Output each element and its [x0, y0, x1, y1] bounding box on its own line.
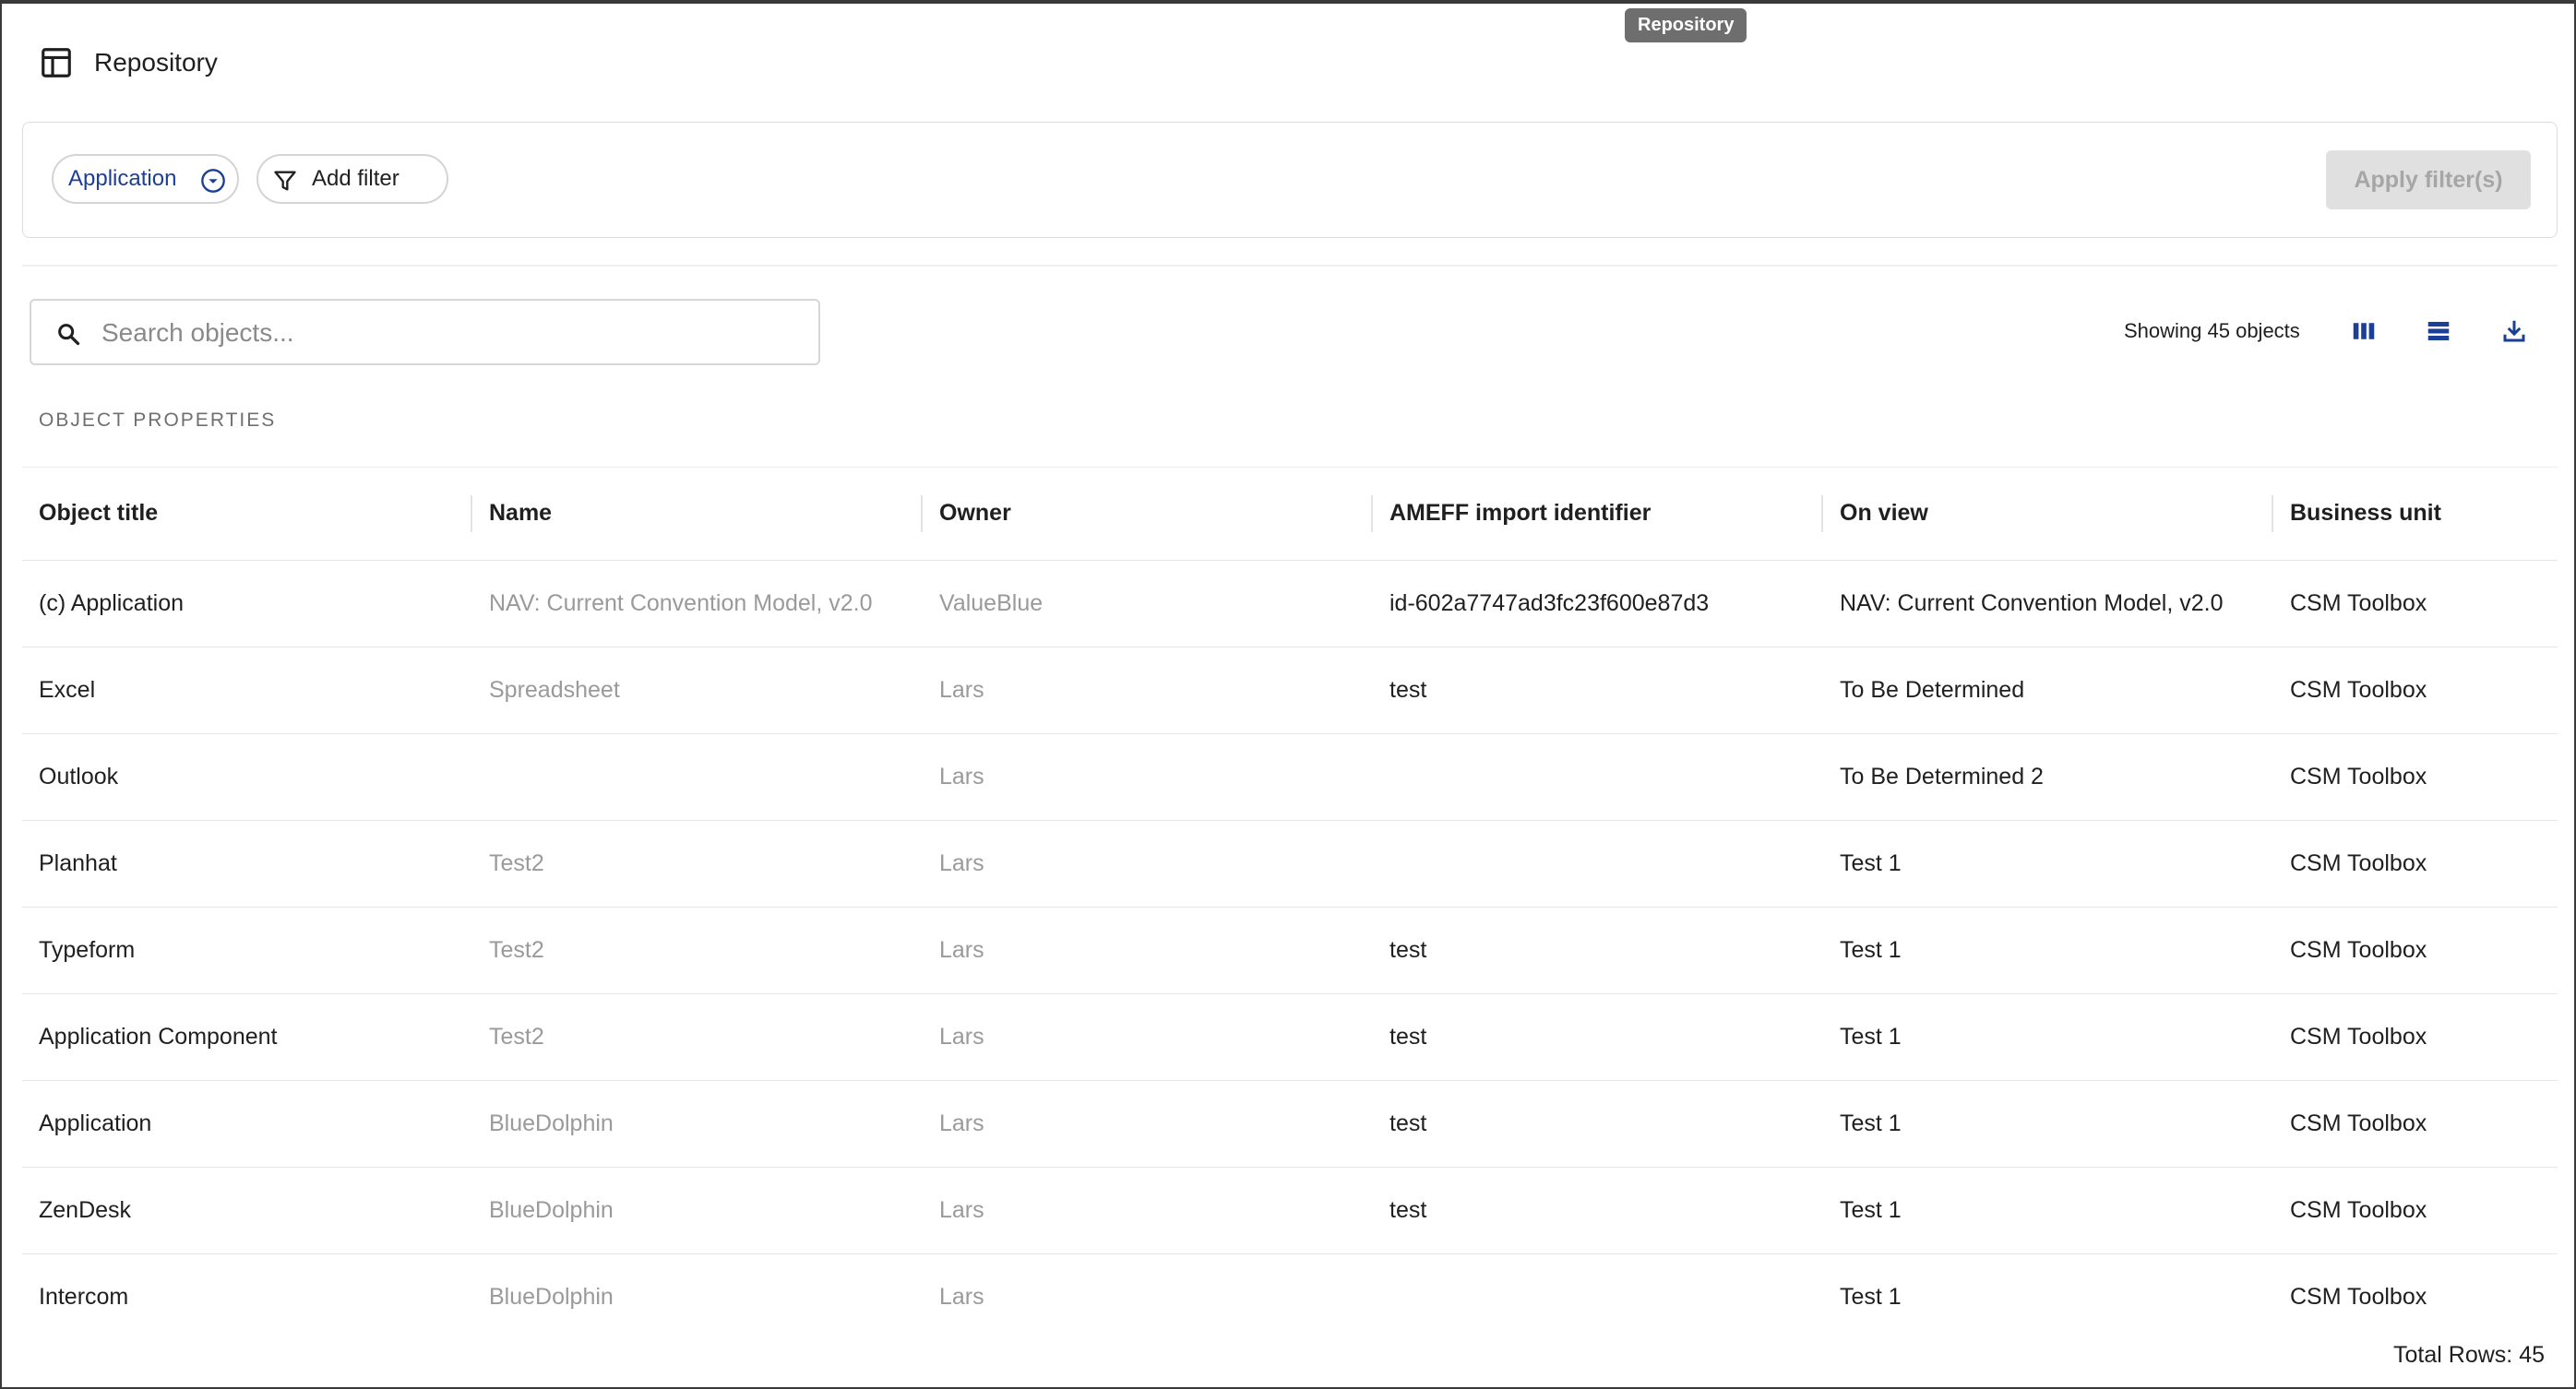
table-row[interactable]: ZenDesk BlueDolphin Lars test Test 1 CSM Tool… [22, 1167, 2558, 1254]
cell-on-view: To Be Determined [1823, 647, 2273, 734]
page-header: Repository [39, 42, 218, 83]
cell-owner: Lars [923, 993, 1373, 1081]
cell-ameff-id: test [1373, 1167, 1823, 1254]
cell-business-unit: CSM Toolbox [2273, 1167, 2558, 1254]
cell-owner: Lars [923, 733, 1373, 821]
table-header-row: Object title Name Owner AMEFF import ide… [22, 468, 2558, 561]
column-header[interactable]: AMEFF import identifier [1373, 468, 1823, 561]
filter-icon [274, 171, 296, 191]
columns-view-icon[interactable] [2350, 317, 2378, 345]
column-header-label: Owner [939, 500, 1011, 527]
cell-name: BlueDolphin [472, 1253, 923, 1312]
application-filter-chip[interactable]: Application [52, 154, 239, 204]
table-row[interactable]: Outlook Lars To Be Determined 2 CSM Toolbox [22, 733, 2558, 821]
table-row[interactable]: Intercom BlueDolphin Lars Test 1 CSM Toolbox [22, 1253, 2558, 1312]
table-row[interactable]: Application Component Test2 Lars test Test 1… [22, 993, 2558, 1081]
filter-panel: Application Add filter Apply filter(s) [22, 122, 2558, 238]
cell-on-view: Test 1 [1823, 820, 2273, 908]
column-header[interactable]: Object title [22, 468, 472, 561]
table-row[interactable]: Application BlueDolphin Lars test Test 1 CSM … [22, 1080, 2558, 1168]
cell-name: BlueDolphin [472, 1167, 923, 1254]
apply-filters-button[interactable]: Apply filter(s) [2326, 150, 2531, 209]
table-row[interactable]: Excel Spreadsheet Lars test To Be Determined… [22, 647, 2558, 734]
cell-business-unit: CSM Toolbox [2273, 1080, 2558, 1168]
rows-view-icon[interactable] [2425, 317, 2452, 345]
cell-ameff-id: test [1373, 993, 1823, 1081]
cell-name: BlueDolphin [472, 1080, 923, 1168]
cell-object-title: Typeform [22, 907, 472, 994]
download-icon[interactable] [2500, 317, 2528, 345]
object-count: Showing 45 objects [2124, 319, 2300, 342]
cell-ameff-id [1373, 1253, 1823, 1312]
cell-on-view: To Be Determined 2 [1823, 733, 2273, 821]
cell-object-title: Planhat [22, 820, 472, 908]
cell-on-view: Test 1 [1823, 1080, 2273, 1168]
column-header[interactable]: Owner [923, 468, 1373, 561]
column-header[interactable]: On view [1823, 468, 2273, 561]
cell-business-unit: CSM Toolbox [2273, 907, 2558, 994]
cell-business-unit: CSM Toolbox [2273, 820, 2558, 908]
cell-name: Test2 [472, 907, 923, 994]
column-header-label: AMEFF import identifier [1389, 500, 1652, 527]
cell-owner: Lars [923, 647, 1373, 734]
cell-owner: ValueBlue [923, 560, 1373, 647]
cell-object-title: Application Component [22, 993, 472, 1081]
cell-ameff-id: test [1373, 1080, 1823, 1168]
search-input[interactable] [100, 314, 805, 352]
cell-business-unit: CSM Toolbox [2273, 560, 2558, 647]
table-row[interactable]: Planhat Test2 Lars Test 1 CSM Toolbox [22, 820, 2558, 908]
cell-name: Test2 [472, 993, 923, 1081]
cell-object-title: (c) Application [22, 560, 472, 647]
section-label: OBJECT PROPERTIES [39, 410, 277, 431]
cell-owner: Lars [923, 820, 1373, 908]
cell-object-title: Outlook [22, 733, 472, 821]
cell-owner: Lars [923, 1167, 1373, 1254]
cell-on-view: Test 1 [1823, 1167, 2273, 1254]
table-icon [42, 48, 71, 77]
total-rows: Total Rows: 45 [2393, 1342, 2545, 1368]
table-row[interactable]: Typeform Test2 Lars test Test 1 CSM Toolbox [22, 907, 2558, 994]
add-filter-label: Add filter [312, 166, 400, 191]
cell-owner: Lars [923, 1080, 1373, 1168]
add-filter-button[interactable]: Add filter [256, 154, 448, 204]
column-header[interactable]: Name [472, 468, 923, 561]
cell-name: Test2 [472, 820, 923, 908]
cell-business-unit: CSM Toolbox [2273, 647, 2558, 734]
filter-chip-label: Application [68, 166, 177, 191]
objects-table: Object title Name Owner AMEFF import ide… [22, 467, 2558, 1312]
cell-name: NAV: Current Convention Model, v2.0 [472, 560, 923, 647]
table-row[interactable]: (c) Application NAV: Current Convention M… [22, 560, 2558, 647]
cell-ameff-id [1373, 820, 1823, 908]
cell-name: Spreadsheet [472, 647, 923, 734]
cell-ameff-id: test [1373, 647, 1823, 734]
cell-on-view: Test 1 [1823, 1253, 2273, 1312]
cell-on-view: Test 1 [1823, 993, 2273, 1081]
search-box[interactable] [30, 299, 820, 365]
search-icon [58, 324, 80, 346]
cell-business-unit: CSM Toolbox [2273, 733, 2558, 821]
cell-on-view: Test 1 [1823, 907, 2273, 994]
cell-object-title: Application [22, 1080, 472, 1168]
column-header-label: Name [489, 500, 553, 527]
cell-ameff-id [1373, 733, 1823, 821]
cell-object-title: Intercom [22, 1253, 472, 1312]
column-header-label: Business unit [2290, 500, 2441, 527]
column-header-label: Object title [39, 500, 159, 527]
tooltip: Repository [1625, 8, 1747, 42]
cell-object-title: Excel [22, 647, 472, 734]
cell-owner: Lars [923, 1253, 1373, 1312]
cell-owner: Lars [923, 907, 1373, 994]
cell-business-unit: CSM Toolbox [2273, 993, 2558, 1081]
chevron-down-icon[interactable] [200, 168, 226, 194]
divider [22, 265, 2558, 267]
cell-ameff-id: id-602a7747ad3fc23f600e87d3 [1373, 560, 1823, 647]
cell-on-view: NAV: Current Convention Model, v2.0 [1823, 560, 2273, 647]
cell-object-title: ZenDesk [22, 1167, 472, 1254]
page-title: Repository [94, 48, 218, 77]
cell-ameff-id: test [1373, 907, 1823, 994]
cell-business-unit: CSM Toolbox [2273, 1253, 2558, 1312]
column-header-label: On view [1840, 500, 1928, 527]
cell-name [472, 733, 923, 821]
column-header[interactable]: Business unit [2273, 468, 2558, 561]
